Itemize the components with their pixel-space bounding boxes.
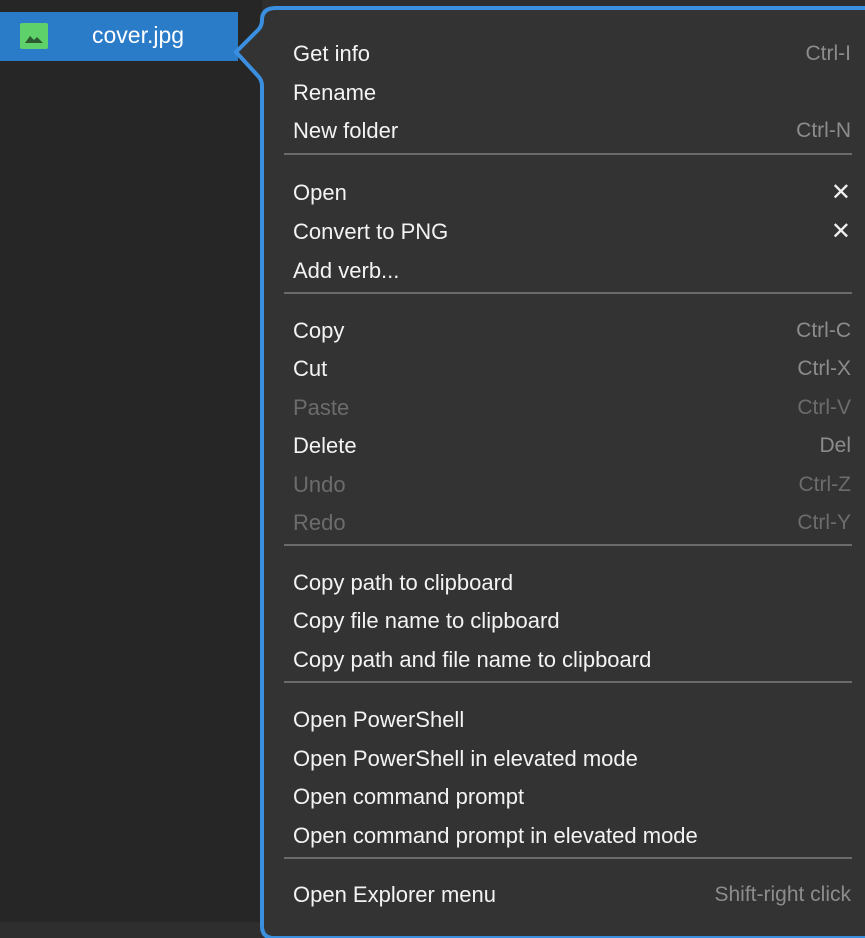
- remove-verb-icon[interactable]: ✕: [831, 174, 851, 212]
- menu-item-cut[interactable]: Cut Ctrl-X: [293, 350, 851, 388]
- menu-separator: [284, 857, 852, 859]
- menu-item-copy-path-and-file-name[interactable]: Copy path and file name to clipboard: [293, 641, 851, 679]
- menu-item-label: Copy: [293, 318, 345, 343]
- menu-item-shortcut: Shift-right click: [714, 883, 851, 906]
- menu-item-delete[interactable]: Delete Del: [293, 427, 851, 465]
- menu-item-label: Copy file name to clipboard: [293, 608, 560, 633]
- menu-item-label: Add verb...: [293, 258, 400, 283]
- menu-item-label: Open PowerShell in elevated mode: [293, 746, 638, 771]
- menu-item-label: Open command prompt in elevated mode: [293, 823, 698, 848]
- menu-item-label: New folder: [293, 118, 399, 143]
- menu-item-shortcut: Ctrl-I: [805, 42, 852, 65]
- menu-item-open-command-prompt-elevated[interactable]: Open command prompt in elevated mode: [293, 817, 851, 855]
- menu-item-undo: Undo Ctrl-Z: [293, 466, 851, 504]
- menu-item-open-command-prompt[interactable]: Open command prompt: [293, 778, 851, 816]
- menu-item-shortcut: Ctrl-C: [796, 319, 851, 342]
- menu-separator: [284, 292, 852, 294]
- menu-item-shortcut: Ctrl-Y: [797, 511, 851, 534]
- menu-item-label: Paste: [293, 395, 350, 420]
- menu-separator: [284, 681, 852, 683]
- menu-item-open-explorer-menu[interactable]: Open Explorer menu Shift-right click: [293, 876, 851, 914]
- menu-item-open[interactable]: Open ✕: [293, 174, 851, 212]
- menu-item-label: Delete: [293, 433, 357, 458]
- menu-item-redo: Redo Ctrl-Y: [293, 504, 851, 542]
- menu-item-shortcut: Del: [819, 434, 851, 457]
- context-menu-items: Get info Ctrl-I Rename New folder Ctrl-N…: [262, 12, 862, 932]
- file-list-panel: cover.jpg: [0, 0, 262, 922]
- menu-item-open-powershell-elevated[interactable]: Open PowerShell in elevated mode: [293, 740, 851, 778]
- menu-item-get-info[interactable]: Get info Ctrl-I: [293, 35, 851, 73]
- menu-item-label: Get info: [293, 41, 371, 66]
- remove-verb-icon[interactable]: ✕: [831, 213, 851, 251]
- menu-item-new-folder[interactable]: New folder Ctrl-N: [293, 112, 851, 150]
- menu-item-label: Open Explorer menu: [293, 882, 496, 907]
- menu-item-open-powershell[interactable]: Open PowerShell: [293, 701, 851, 739]
- menu-item-shortcut: Ctrl-N: [796, 119, 851, 142]
- menu-item-copy[interactable]: Copy Ctrl-C: [293, 312, 851, 350]
- menu-item-copy-file-name[interactable]: Copy file name to clipboard: [293, 602, 851, 640]
- menu-item-rename[interactable]: Rename: [293, 74, 851, 112]
- menu-item-label: Cut: [293, 356, 328, 381]
- menu-item-shortcut: Ctrl-X: [797, 357, 851, 380]
- menu-item-label: Rename: [293, 80, 377, 105]
- menu-item-copy-path[interactable]: Copy path to clipboard: [293, 564, 851, 602]
- menu-item-add-verb[interactable]: Add verb...: [293, 252, 851, 290]
- menu-item-label: Copy path to clipboard: [293, 570, 514, 595]
- file-row-selected[interactable]: cover.jpg: [0, 12, 238, 61]
- menu-item-label: Redo: [293, 510, 346, 535]
- menu-item-label: Undo: [293, 472, 346, 497]
- menu-item-paste: Paste Ctrl-V: [293, 389, 851, 427]
- menu-item-shortcut: Ctrl-Z: [798, 473, 851, 496]
- menu-item-label: Open command prompt: [293, 784, 525, 809]
- file-name: cover.jpg: [92, 22, 185, 48]
- menu-item-label: Convert to PNG: [293, 219, 449, 244]
- menu-item-shortcut: Ctrl-V: [797, 396, 851, 419]
- menu-separator: [284, 544, 852, 546]
- menu-separator: [284, 153, 852, 155]
- menu-item-label: Open PowerShell: [293, 707, 465, 732]
- menu-item-convert-to-png[interactable]: Convert to PNG ✕: [293, 213, 851, 251]
- menu-item-label: Open: [293, 180, 347, 205]
- image-file-icon: [20, 23, 48, 49]
- menu-item-label: Copy path and file name to clipboard: [293, 647, 652, 672]
- context-menu: Get info Ctrl-I Rename New folder Ctrl-N…: [226, 6, 865, 938]
